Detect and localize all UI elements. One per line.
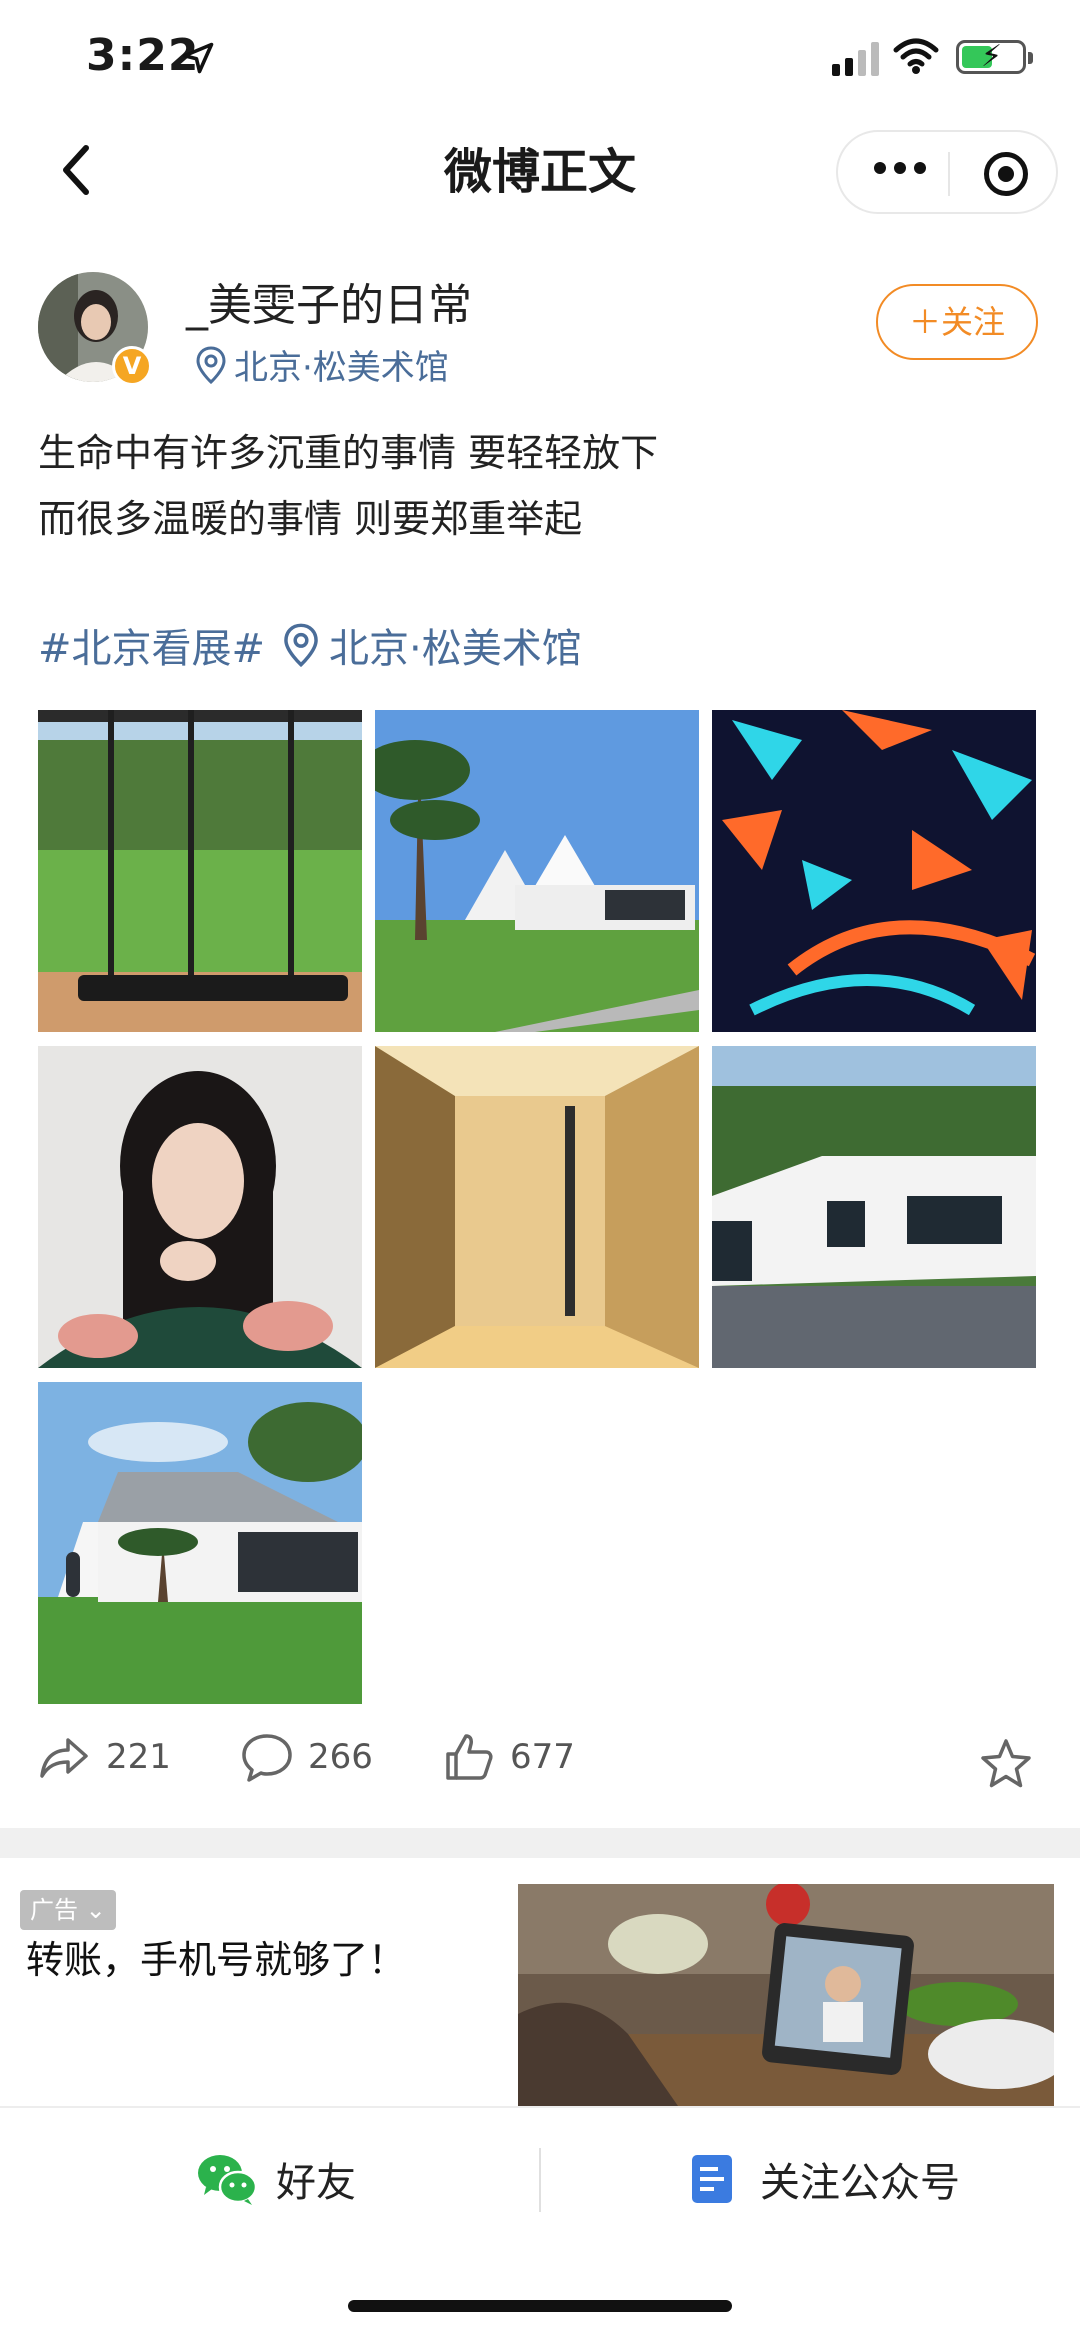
follow-button[interactable]: ＋关注 (876, 284, 1038, 360)
battery-icon: ⚡ (956, 39, 1033, 74)
post-image-corridor[interactable] (375, 1046, 699, 1368)
follow-account-label: 关注公众号 (760, 2160, 960, 2206)
share-to-friends-button[interactable]: 好友 (196, 2150, 356, 2208)
location-label: 北京·松美术馆 (234, 348, 449, 388)
tags-row: #北京看展# 北京·松美术馆 (38, 616, 582, 674)
favorite-star-icon[interactable] (978, 1736, 1034, 1792)
post-image-portrait[interactable] (38, 1046, 362, 1368)
ad-text[interactable]: 转账，手机号就够了！ (26, 1930, 406, 1990)
cellular-signal-icon (832, 42, 879, 76)
like-count: 677 (510, 1737, 575, 1777)
post-location[interactable]: 北京·松美术馆 (196, 340, 449, 389)
document-icon (692, 2155, 732, 2203)
bottom-bar-separator (539, 2148, 541, 2212)
status-bar: 3:22 ⚡ (0, 0, 1080, 120)
location-pin-icon (284, 623, 318, 667)
hashtag-link[interactable]: #北京看展# (38, 616, 265, 674)
mini-program-capsule (836, 130, 1058, 214)
location-tag-link[interactable]: 北京·松美术馆 (329, 616, 582, 674)
comment-count: 266 (308, 1737, 373, 1777)
post-image-white-building[interactable] (375, 710, 699, 1032)
repost-count: 221 (106, 1737, 171, 1777)
thumbs-up-icon (446, 1734, 493, 1780)
username[interactable]: _美雯子的日常 (186, 278, 472, 334)
ad-badge-label: 广告 (30, 1896, 78, 1924)
post-text-line: 生命中有许多沉重的事情 要轻轻放下 (38, 431, 659, 475)
share-arrow-icon (40, 1738, 88, 1778)
comment-bubble-icon (242, 1734, 292, 1782)
post-image-white-house[interactable] (712, 1046, 1036, 1368)
friends-label: 好友 (276, 2160, 356, 2206)
ad-badge[interactable]: 广告 ⌄ (20, 1890, 116, 1930)
home-indicator (348, 2300, 732, 2312)
post-image-gallery-window[interactable] (38, 710, 362, 1032)
location-pin-icon (196, 345, 226, 384)
post-image-building-lawn[interactable] (38, 1382, 362, 1704)
like-button[interactable]: 677 (442, 1730, 575, 1784)
ad-image[interactable] (518, 1884, 1054, 2106)
location-arrow-icon (182, 42, 214, 74)
repost-button[interactable]: 221 (38, 1730, 171, 1784)
section-divider (0, 1828, 1080, 1858)
post-text-line: 而很多温暖的事情 则要郑重举起 (38, 497, 583, 541)
more-options-button[interactable] (874, 162, 926, 174)
wechat-icon (198, 2155, 258, 2205)
comment-button[interactable]: 266 (240, 1730, 373, 1784)
post-text: 生命中有许多沉重的事情 要轻轻放下 而很多温暖的事情 则要郑重举起 (38, 420, 1038, 552)
close-mini-program-button[interactable] (984, 152, 1028, 196)
verified-badge-icon: V (112, 346, 152, 386)
wifi-icon (893, 38, 939, 74)
action-bar: 221 266 677 (0, 1730, 1080, 1810)
post-image-neon-art[interactable] (712, 710, 1036, 1032)
follow-official-account-button[interactable]: 关注公众号 (680, 2150, 960, 2208)
